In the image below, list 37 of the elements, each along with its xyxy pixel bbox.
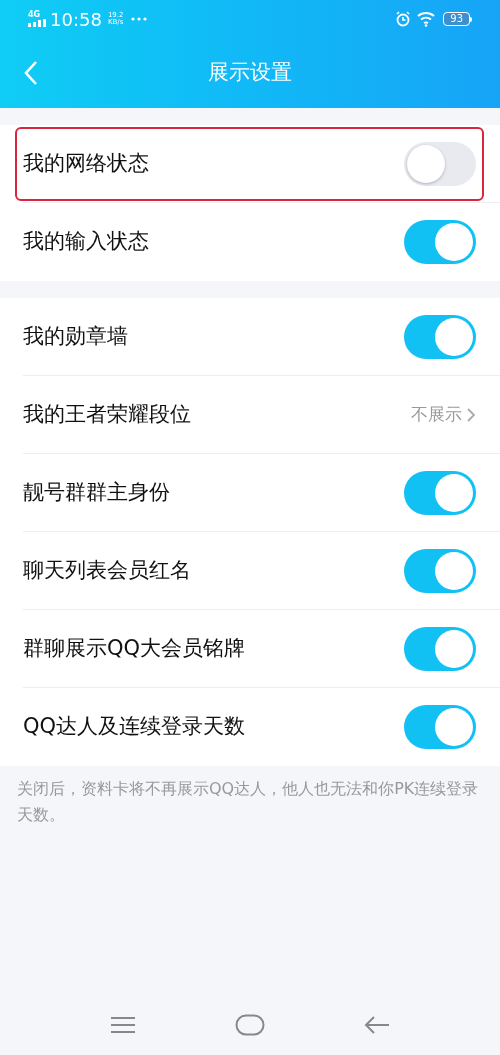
toggle-switch[interactable] [404, 548, 476, 593]
toggle-switch[interactable] [404, 705, 476, 749]
setting-row[interactable]: 我的王者荣耀段位 不展示 [0, 376, 500, 454]
setting-row[interactable]: 群聊展示QQ大会员铭牌 [0, 610, 500, 688]
back-icon[interactable] [24, 60, 38, 86]
more-icon [131, 17, 148, 21]
clock: 10:58 [50, 7, 102, 32]
chevron-right-icon [466, 406, 476, 423]
setting-label: 我的勋章墙 [23, 322, 128, 350]
setting-label: 我的王者荣耀段位 [23, 400, 191, 428]
alarm-icon [395, 11, 412, 27]
toggle-switch[interactable] [404, 220, 476, 264]
toggle-switch[interactable] [404, 314, 476, 359]
setting-row[interactable]: 聊天列表会员红名 [0, 532, 500, 610]
setting-row[interactable]: 靓号群群主身份 [0, 454, 500, 532]
footnote: 关闭后，资料卡将不再展示QQ达人，他人也无法和你PK连续登录天数。 [16, 778, 480, 826]
menu-icon[interactable] [109, 1016, 136, 1034]
setting-label: QQ达人及连续登录天数 [23, 713, 246, 741]
home-icon[interactable] [235, 1014, 265, 1036]
toggle-switch[interactable] [404, 470, 476, 515]
signal-icon [28, 19, 46, 27]
toggle-switch[interactable] [404, 626, 476, 671]
setting-row[interactable]: 我的输入状态 [0, 203, 500, 281]
page-title: 展示设置 [208, 59, 292, 87]
setting-label: 靓号群群主身份 [23, 478, 170, 506]
setting-label: 我的网络状态 [23, 149, 149, 177]
setting-label: 我的输入状态 [23, 228, 149, 256]
setting-row[interactable]: 我的勋章墙 [0, 298, 500, 376]
back-arrow-icon[interactable] [364, 1015, 391, 1035]
setting-row[interactable]: QQ达人及连续登录天数 [0, 688, 500, 766]
setting-value: 不展示 [411, 402, 462, 426]
setting-row[interactable]: 我的网络状态 [0, 125, 500, 203]
setting-label: 群聊展示QQ大会员铭牌 [23, 634, 246, 662]
network-type: 4G [28, 11, 41, 19]
toggle-switch[interactable] [404, 141, 476, 186]
battery-indicator: 93 [443, 12, 472, 26]
setting-label: 聊天列表会员红名 [23, 556, 191, 584]
